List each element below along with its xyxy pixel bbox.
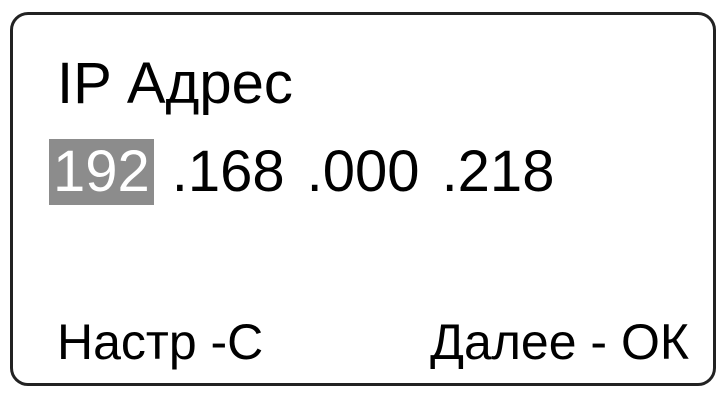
ip-octet-4[interactable]: .218 xyxy=(438,139,559,205)
next-ok-softkey[interactable]: Далее - ОК xyxy=(430,317,689,367)
screen-title: IP Адрес xyxy=(57,51,293,116)
settings-softkey[interactable]: Настр -С xyxy=(57,317,263,367)
ip-address-field[interactable]: 192 .168 .000 .218 xyxy=(49,137,558,207)
lcd-display-frame: IP Адрес 192 .168 .000 .218 Настр -С Дал… xyxy=(10,12,716,386)
ip-octet-2[interactable]: .168 xyxy=(168,139,289,205)
ip-octet-3[interactable]: .000 xyxy=(303,139,424,205)
ip-octet-1-selected[interactable]: 192 xyxy=(49,139,154,205)
